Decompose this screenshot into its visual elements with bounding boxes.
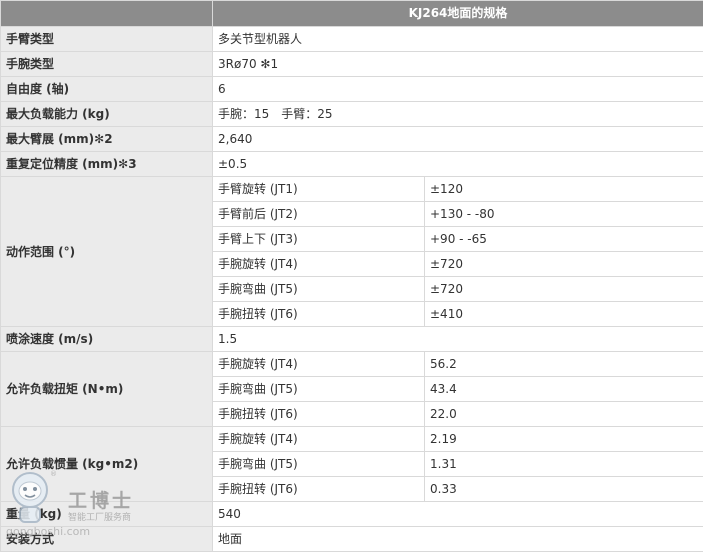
row-label: 手腕类型 (0, 51, 213, 77)
table-row: 安装方式 地面 (0, 526, 703, 552)
spec-table: KJ264地面的规格 手臂类型 多关节型机器人 手腕类型 3Rø70 ✻1 自由… (0, 0, 703, 552)
axis-label: 手腕扭转 (JT6) (212, 301, 425, 327)
torque-label: 允许负载扭矩 (N•m) (0, 351, 213, 427)
row-value: 手腕：15 手臂：25 (211, 101, 703, 127)
row-label: 最大负载能力 (kg) (0, 101, 213, 127)
axis-label: 手腕扭转 (JT6) (212, 476, 425, 502)
row-label: 手臂类型 (0, 26, 213, 52)
table-row: 自由度 (轴) 6 (0, 76, 703, 102)
table-row: 喷涂速度 (m/s) 1.5 (0, 326, 703, 352)
row-label: 最大臂展 (mm)✻2 (0, 126, 213, 152)
row-value: 540 (211, 501, 703, 527)
motion-range-label: 动作范围 (°) (0, 176, 213, 327)
axis-value: ±410 (423, 301, 703, 327)
table-header-row: KJ264地面的规格 (0, 0, 703, 27)
axis-label: 手腕旋转 (JT4) (212, 426, 425, 452)
axis-label: 手臂上下 (JT3) (212, 226, 425, 252)
table-title: KJ264地面的规格 (211, 0, 703, 27)
row-label: 重量 (kg) (0, 501, 213, 527)
table-row: 手臂类型 多关节型机器人 (0, 26, 703, 52)
table-row: 动作范围 (°) 手臂旋转 (JT1) ±120 (0, 176, 703, 327)
axis-value: 1.31 (423, 451, 703, 477)
inertia-label: 允许负载惯量 (kg•m2) (0, 426, 213, 502)
row-label: 安装方式 (0, 526, 213, 552)
table-row: 允许负载惯量 (kg•m2) 手腕旋转 (JT4) 2.19 (0, 426, 703, 502)
axis-label: 手臂旋转 (JT1) (212, 176, 425, 202)
axis-label: 手腕旋转 (JT4) (212, 251, 425, 277)
header-blank-cell (0, 0, 213, 27)
row-value: 2,640 (211, 126, 703, 152)
axis-value: 43.4 (423, 376, 703, 402)
axis-value: ±720 (423, 251, 703, 277)
axis-value: ±720 (423, 276, 703, 302)
table-row: 重量 (kg) 540 (0, 501, 703, 527)
table-row: 最大臂展 (mm)✻2 2,640 (0, 126, 703, 152)
axis-value: ±120 (423, 176, 703, 202)
table-row: 允许负载扭矩 (N•m) 手腕旋转 (JT4) 56.2 (0, 351, 703, 427)
axis-value: 0.33 (423, 476, 703, 502)
table-row: 重复定位精度 (mm)✻3 ±0.5 (0, 151, 703, 177)
axis-label: 手臂前后 (JT2) (212, 201, 425, 227)
row-value: 6 (211, 76, 703, 102)
row-value: ±0.5 (211, 151, 703, 177)
axis-value: +130 - -80 (423, 201, 703, 227)
row-label: 喷涂速度 (m/s) (0, 326, 213, 352)
axis-value: +90 - -65 (423, 226, 703, 252)
row-value: 多关节型机器人 (211, 26, 703, 52)
axis-label: 手腕弯曲 (JT5) (212, 276, 425, 302)
row-label: 自由度 (轴) (0, 76, 213, 102)
row-value: 1.5 (211, 326, 703, 352)
axis-label: 手腕弯曲 (JT5) (212, 451, 425, 477)
axis-value: 22.0 (423, 401, 703, 427)
axis-value: 56.2 (423, 351, 703, 377)
axis-value: 2.19 (423, 426, 703, 452)
table-row: 最大负载能力 (kg) 手腕：15 手臂：25 (0, 101, 703, 127)
axis-label: 手腕旋转 (JT4) (212, 351, 425, 377)
axis-label: 手腕扭转 (JT6) (212, 401, 425, 427)
row-value: 地面 (211, 526, 703, 552)
table-row: 手腕类型 3Rø70 ✻1 (0, 51, 703, 77)
axis-label: 手腕弯曲 (JT5) (212, 376, 425, 402)
row-label: 重复定位精度 (mm)✻3 (0, 151, 213, 177)
row-value: 3Rø70 ✻1 (211, 51, 703, 77)
